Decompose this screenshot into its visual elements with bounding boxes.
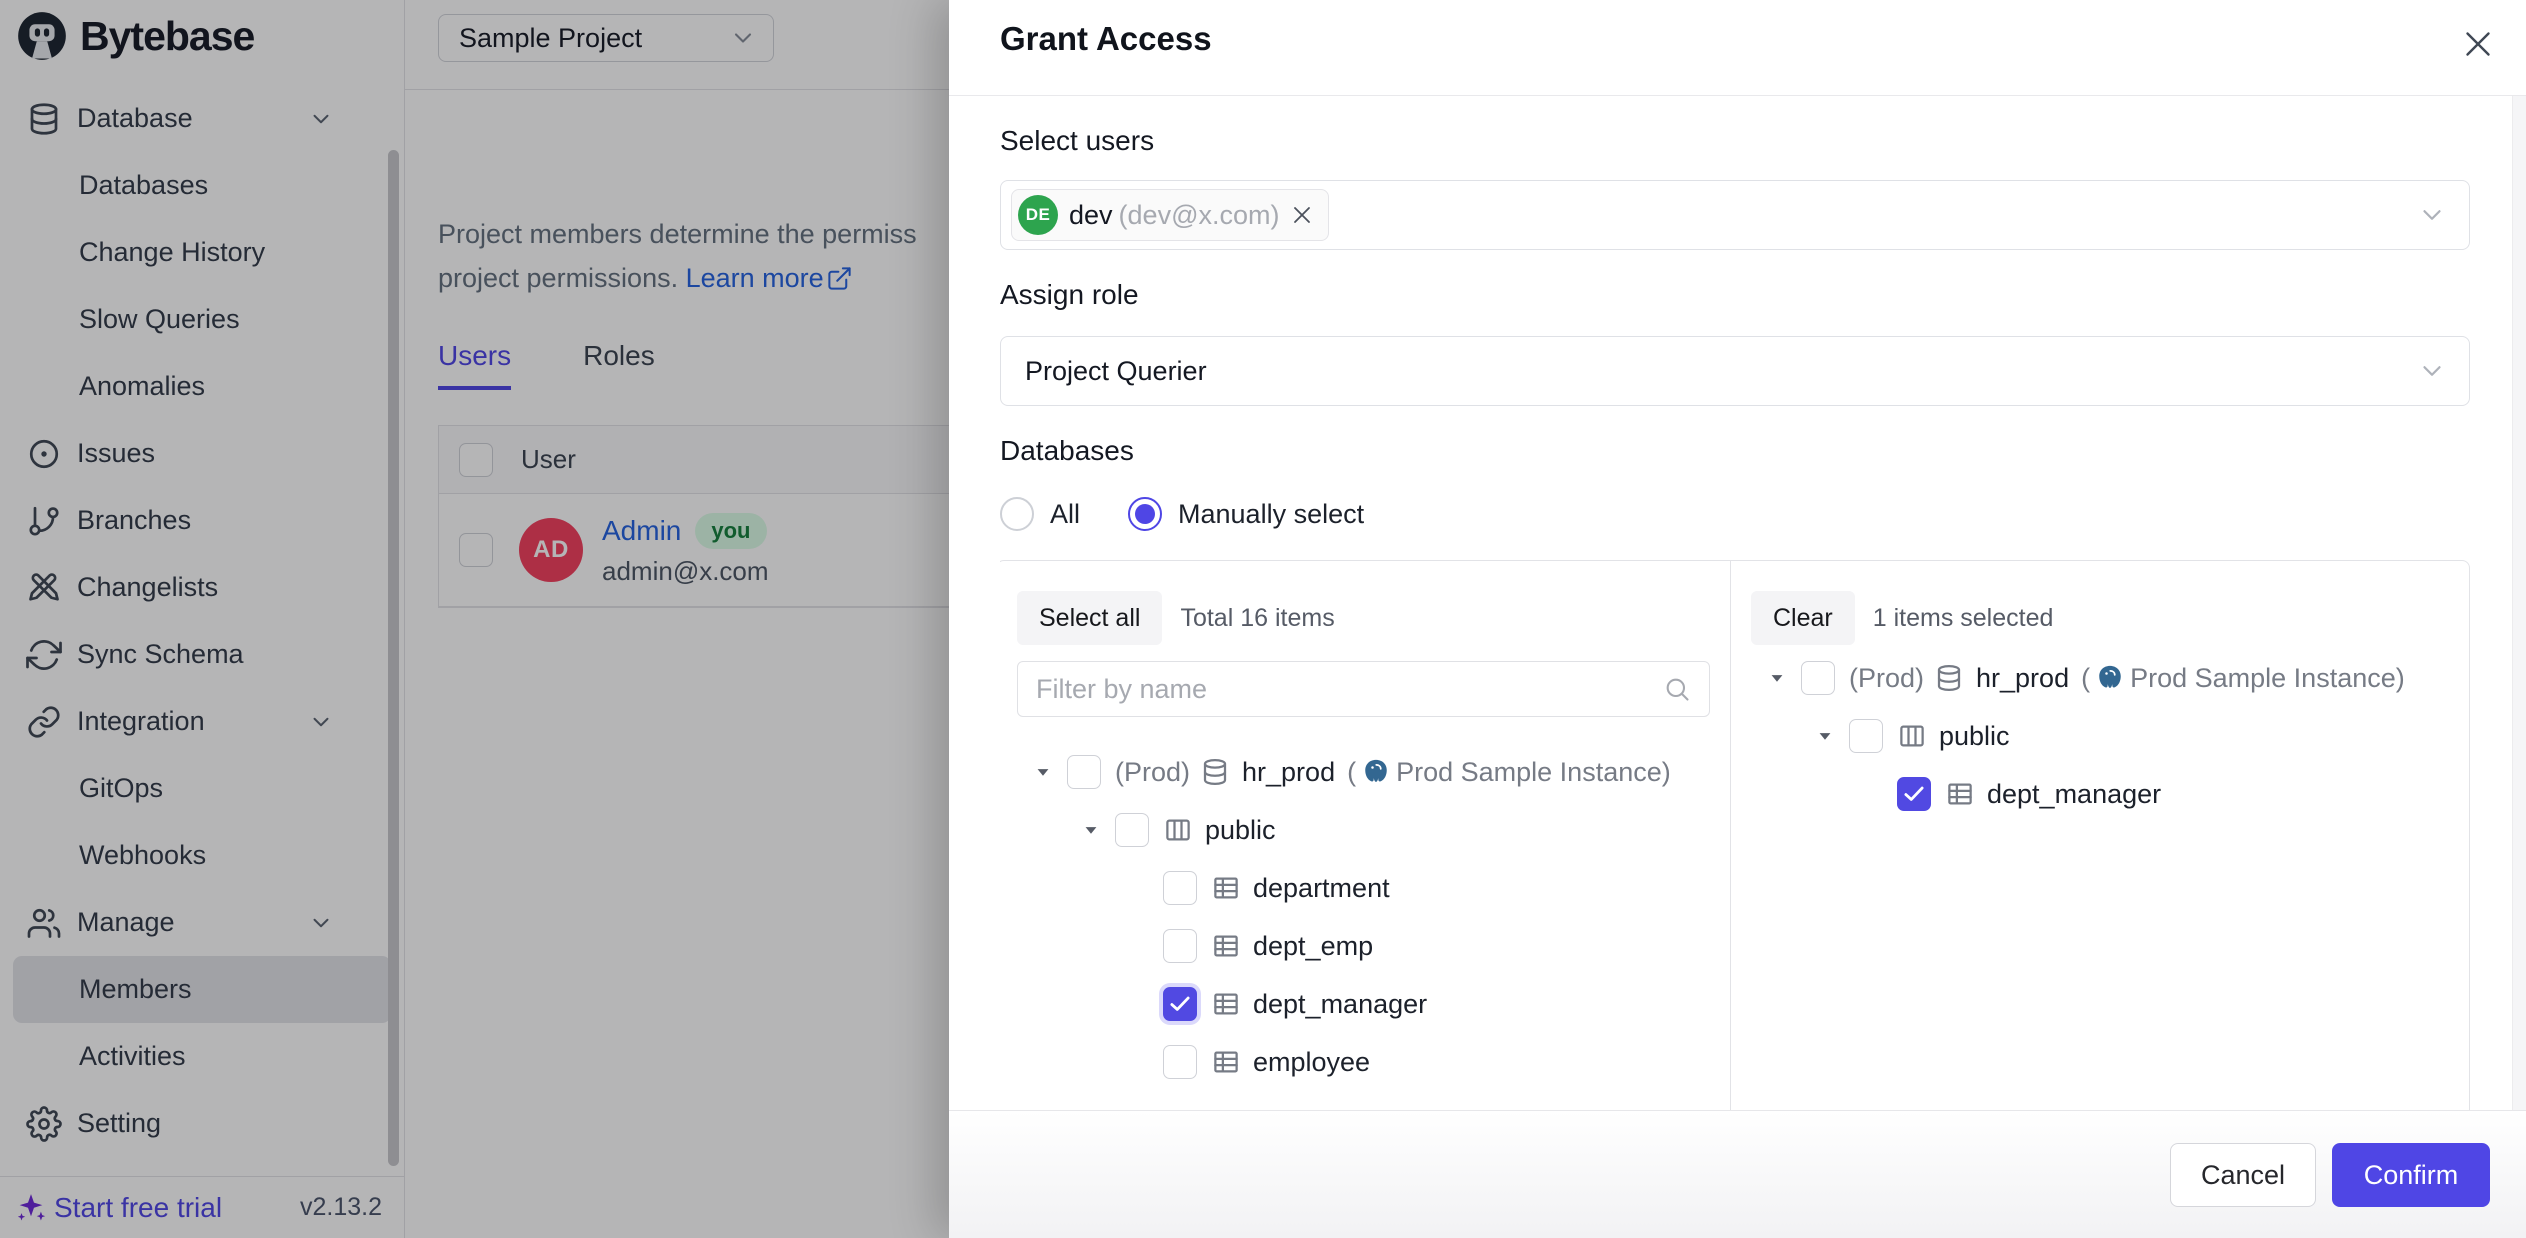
assign-role-select[interactable]: Project Querier bbox=[1000, 336, 2470, 406]
selected-user-email: (dev@x.com) bbox=[1119, 200, 1280, 231]
node-name: hr_prod bbox=[1976, 663, 2069, 694]
table-icon bbox=[1945, 779, 1975, 809]
node-name: hr_prod bbox=[1242, 757, 1335, 788]
target-tree: (Prod) hr_prod (Prod Sample Instance) publi… bbox=[1751, 649, 2449, 823]
selected-count-label: 1 items selected bbox=[1873, 604, 2054, 633]
node-name: dept_manager bbox=[1987, 779, 2161, 810]
postgresql-icon bbox=[2095, 663, 2125, 693]
schema-icon bbox=[1163, 815, 1193, 845]
postgresql-icon bbox=[1361, 757, 1391, 787]
tree-node-public: public bbox=[1017, 801, 1710, 859]
node-checkbox[interactable] bbox=[1801, 661, 1835, 695]
caret-down-icon[interactable] bbox=[1815, 726, 1835, 746]
select-all-button[interactable]: Select all bbox=[1017, 591, 1162, 645]
node-checkbox[interactable] bbox=[1849, 719, 1883, 753]
tree-node-employee: employee bbox=[1017, 1033, 1710, 1091]
modal-footer: Cancel Confirm bbox=[949, 1110, 2526, 1238]
modal-header: Grant Access bbox=[949, 0, 2526, 96]
node-name: dept_emp bbox=[1253, 931, 1373, 962]
table-icon bbox=[1211, 1047, 1241, 1077]
database-scope-radios: All Manually select bbox=[1000, 494, 2470, 534]
assign-role-value: Project Querier bbox=[1025, 356, 1207, 387]
node-checkbox[interactable] bbox=[1163, 929, 1197, 963]
selected-user-name: dev bbox=[1069, 200, 1113, 231]
remove-user-icon[interactable] bbox=[1290, 203, 1314, 227]
instance-label: (Prod Sample Instance) bbox=[2081, 663, 2405, 694]
node-name: employee bbox=[1253, 1047, 1370, 1078]
database-transfer: Select all Total 16 items Filter by name… bbox=[1000, 560, 2470, 1110]
node-checkbox[interactable] bbox=[1115, 813, 1149, 847]
database-icon bbox=[1934, 663, 1964, 693]
node-checkbox[interactable] bbox=[1163, 871, 1197, 905]
source-panel: Select all Total 16 items Filter by name… bbox=[1000, 561, 1731, 1110]
radio-manually-select[interactable]: Manually select bbox=[1128, 497, 1364, 531]
chevron-down-icon bbox=[2417, 200, 2447, 230]
select-users-input[interactable]: DE dev (dev@x.com) bbox=[1000, 180, 2470, 250]
chevron-down-icon bbox=[2417, 356, 2447, 386]
environment-label: (Prod) bbox=[1115, 757, 1190, 788]
select-users-label: Select users bbox=[1000, 124, 2470, 158]
radio-label: Manually select bbox=[1178, 499, 1364, 530]
node-checkbox[interactable] bbox=[1163, 987, 1197, 1021]
table-icon bbox=[1211, 989, 1241, 1019]
node-checkbox[interactable] bbox=[1067, 755, 1101, 789]
radio-label: All bbox=[1050, 499, 1080, 530]
selected-user-chip: DE dev (dev@x.com) bbox=[1011, 189, 1329, 241]
modal-body: Select users DE dev (dev@x.com) Assign r… bbox=[1000, 96, 2470, 1110]
avatar: DE bbox=[1018, 195, 1058, 235]
caret-down-icon[interactable] bbox=[1081, 820, 1101, 840]
tree-node-dept_emp: dept_emp bbox=[1017, 917, 1710, 975]
total-items-label: Total 16 items bbox=[1180, 604, 1334, 633]
databases-label: Databases bbox=[1000, 434, 2470, 468]
environment-label: (Prod) bbox=[1849, 663, 1924, 694]
table-icon bbox=[1211, 931, 1241, 961]
node-name: dept_manager bbox=[1253, 989, 1427, 1020]
node-name: public bbox=[1205, 815, 1276, 846]
search-icon bbox=[1663, 675, 1691, 703]
tree-node-public: public bbox=[1751, 707, 2449, 765]
filter-placeholder: Filter by name bbox=[1036, 674, 1207, 705]
source-tree: (Prod) hr_prod (Prod Sample Instance) publi… bbox=[1017, 743, 1710, 1091]
target-panel: Clear 1 items selected (Prod)hr_prod(Pro… bbox=[1731, 561, 2469, 1110]
node-name: public bbox=[1939, 721, 2010, 752]
table-icon bbox=[1211, 873, 1241, 903]
tree-node-hr_prod: (Prod) hr_prod (Prod Sample Instance) bbox=[1017, 743, 1710, 801]
clear-button[interactable]: Clear bbox=[1751, 591, 1855, 645]
database-icon bbox=[1200, 757, 1230, 787]
radio-icon bbox=[1000, 497, 1034, 531]
tree-node-dept_manager: dept_manager bbox=[1017, 975, 1710, 1033]
confirm-button[interactable]: Confirm bbox=[2332, 1143, 2490, 1207]
schema-icon bbox=[1897, 721, 1927, 751]
filter-input[interactable]: Filter by name bbox=[1017, 661, 1710, 717]
cancel-button[interactable]: Cancel bbox=[2170, 1143, 2316, 1207]
modal-title: Grant Access bbox=[1000, 16, 1212, 62]
assign-role-label: Assign role bbox=[1000, 278, 2470, 312]
tree-node-hr_prod: (Prod) hr_prod (Prod Sample Instance) bbox=[1751, 649, 2449, 707]
node-checkbox[interactable] bbox=[1163, 1045, 1197, 1079]
tree-node-dept_manager: dept_manager bbox=[1751, 765, 2449, 823]
radio-icon bbox=[1128, 497, 1162, 531]
modal-scrollbar[interactable] bbox=[2512, 96, 2526, 1110]
instance-label: (Prod Sample Instance) bbox=[1347, 757, 1671, 788]
close-icon[interactable] bbox=[2460, 26, 2496, 62]
caret-down-icon[interactable] bbox=[1767, 668, 1787, 688]
screen: Bytebase DatabaseDatabasesChange History… bbox=[0, 0, 2526, 1238]
radio-all[interactable]: All bbox=[1000, 497, 1080, 531]
tree-node-department: department bbox=[1017, 859, 1710, 917]
node-name: department bbox=[1253, 873, 1390, 904]
grant-access-modal: Grant Access Select users DE dev (dev@x.… bbox=[949, 0, 2526, 1238]
node-checkbox[interactable] bbox=[1897, 777, 1931, 811]
caret-down-icon[interactable] bbox=[1033, 762, 1053, 782]
